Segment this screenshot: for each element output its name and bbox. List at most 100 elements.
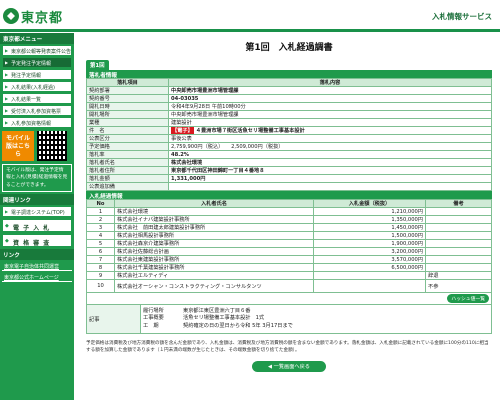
info-value-text: ４豊洲市場７街区活魚セリ場整備工事基本設計 [195, 128, 305, 134]
info-key: 開札日時 [86, 102, 169, 111]
sidebar-item-qualification-forms[interactable]: 受付済入札参加資格票 [2, 105, 72, 116]
info-key: 業種 [86, 118, 169, 127]
bidder-name: 株式会社 前田建太郎建築設計事務所 [114, 223, 314, 232]
bidder-name: 株式会社森京介建築事務所 [114, 239, 314, 248]
bidder-name: 株式会社エルティディ [114, 271, 314, 280]
info-value: 令和4年9月28日 午前10時00分 [168, 102, 492, 111]
info-value-text: 中央卸売市場豊洲市場管理課 [171, 88, 239, 94]
info-value-text: 東京都千代田区神田錦町一丁目４番地８ [171, 168, 265, 174]
memo-line: 工事概要 活魚セリ場整備工事基本設計 1式 [143, 315, 489, 322]
info-key: 落札者住所 [86, 166, 169, 175]
info-key: 契約番号 [86, 94, 169, 103]
bid-amount [313, 271, 426, 280]
info-row: 開札日時 令和4年9月28日 午前10時00分 [86, 102, 492, 111]
bid-amount: 1,900,000円 [313, 239, 426, 248]
sidebar-item-qualification-info[interactable]: 入札参加資格情報 [2, 117, 72, 128]
round-tab[interactable]: 第1回 [86, 60, 109, 70]
sidebar-item-order-schedule[interactable]: 発注予定情報 [2, 69, 72, 80]
bid-row: 6 株式会社佐藤総合計画 3,200,000円 [86, 247, 492, 256]
info-key: 開札場所 [86, 110, 169, 119]
bid-no: 5 [86, 239, 115, 248]
bid-no: 8 [86, 263, 115, 272]
bid-history-table: No 入札者氏名 入札金額（税抜） 備考 1 株式会社環境 1,210,000円 2 株… [86, 199, 492, 293]
info-value: 建築設計 [168, 118, 492, 127]
info-value: 04-03035 [168, 94, 492, 103]
bid-note [425, 231, 492, 240]
winner-info-heading: 落札者情報 [86, 70, 492, 79]
info-key: 予定価格 [86, 142, 169, 151]
bid-amount: 1,450,000円 [313, 223, 426, 232]
qualification-review-button[interactable]: 資 格 審 査 [2, 234, 72, 248]
info-key: 公表追加備 [86, 182, 169, 191]
bidder-name: 株式会社相馬設計事務所 [114, 231, 314, 240]
tokyo-emblem-icon [3, 8, 19, 24]
bid-row: 4 株式会社相馬設計事務所 1,500,000円 [86, 231, 492, 240]
sidebar-menu-heading: 東京都メニュー [0, 33, 74, 44]
main-content: 第1回 入札経過調書 第1回 落札者情報 落札項目 落札内容 契約部署 中央卸売市… [86, 33, 492, 372]
bidder-name: 株式会社佐藤総合計画 [114, 247, 314, 256]
info-row: 契約部署 中央卸売市場豊洲市場管理課 [86, 86, 492, 95]
bidder-name: 株式会社イナバ建築設計事務所 [114, 215, 314, 224]
info-row: 落札金額 1,331,000円 [86, 174, 492, 183]
info-value-text: 株式会社環境 [171, 160, 203, 166]
bidder-name: 株式会社オーシャン・コンストラクティング・コンサルタンツ [114, 279, 314, 293]
back-to-list-button[interactable]: ◀ 一覧画面へ戻る [252, 360, 326, 372]
header: 東京都 入札情報サービス [0, 0, 500, 32]
bid-row: 2 株式会社イナバ建築設計事務所 1,350,000円 [86, 215, 492, 224]
memo-line: 工 期 契約確定の日の翌日から令和 5年 3月17日まで [143, 323, 489, 330]
e-bidding-button[interactable]: 電 子 入 札 [2, 219, 72, 233]
info-row: 業種 建築設計 [86, 118, 492, 127]
sidebar-item-results-list[interactable]: 入札結果一覧 [2, 93, 72, 104]
bid-note [425, 215, 492, 224]
sidebar: 東京都メニュー 東京都公報等発表案件公告 予定発注予定情報 発注予定情報 入札結… [0, 33, 74, 400]
info-row: 開札場所 中央卸売市場豊洲市場管理課 [86, 110, 492, 119]
bid-no: 7 [86, 255, 115, 264]
electronic-tag: 【電子】 [171, 127, 194, 134]
info-header-content: 落札内容 [168, 78, 492, 87]
sidebar-item-public-notice[interactable]: 東京都公報等発表案件公告 [2, 45, 72, 56]
winner-info-table: 落札項目 落札内容 契約部署 中央卸売市場豊洲市場管理課 契約番号 04-03035 開… [86, 78, 492, 191]
bid-header-name: 入札者氏名 [114, 199, 314, 208]
info-value-text: 令和4年9月28日 午前10時00分 [171, 104, 246, 110]
logo-text: 東京都 [21, 10, 64, 26]
bidder-name: 株式会社環境 [114, 207, 314, 216]
tokyo-official-site-link[interactable]: 東京都公式ホームページ [2, 272, 72, 283]
info-value-text: 1,331,000円 [171, 176, 206, 182]
service-title: 入札情報サービス [432, 12, 492, 21]
bid-table-footer: ハッシュ値一覧 [86, 293, 492, 304]
bid-row: 10 株式会社オーシャン・コンストラクティング・コンサルタンツ 不参 [86, 279, 492, 293]
info-value: 東京都千代田区神田錦町一丁目４番地８ [168, 166, 492, 175]
memo-line-value: 活魚セリ場整備工事基本設計 1式 [183, 315, 265, 322]
bid-row: 7 株式会社東建築設計事務所 3,570,000円 [86, 255, 492, 264]
memo-line-label: 工事概要 [143, 315, 164, 322]
bid-note [425, 263, 492, 272]
bid-row: 8 株式会社千葉建築設計事務所 6,500,000円 [86, 263, 492, 272]
info-value-text: 04-03035 [171, 95, 199, 102]
info-value: 1,331,000円 [168, 174, 492, 183]
bid-header-note: 備考 [425, 199, 492, 208]
info-key: 落札率 [86, 150, 169, 159]
bid-note [425, 247, 492, 256]
bidder-name: 株式会社東建築設計事務所 [114, 255, 314, 264]
bid-row: 9 株式会社エルティディ 辞退 [86, 271, 492, 280]
memo-table: 記事 履行場所 東京都江東区豊洲六丁目６番 工事概要 活魚セリ場整備工事基本設計 1式… [86, 304, 492, 334]
bid-note [425, 255, 492, 264]
sidebar-item-planned-orders[interactable]: 予定発注予定情報 [2, 57, 72, 68]
tokyo-logo[interactable]: 東京都 [3, 7, 64, 26]
memo-line-value: 契約確定の日の翌日から令和 5年 3月17日まで [183, 322, 293, 329]
hash-list-button[interactable]: ハッシュ値一覧 [447, 294, 489, 303]
info-row: 落札者住所 東京都千代田区神田錦町一丁目４番地８ [86, 166, 492, 175]
sidebar-item-bid-results[interactable]: 入札結果(入札経過) [2, 81, 72, 92]
info-key: 契約部署 [86, 86, 169, 95]
tokyo-e-gov-link[interactable]: 東京電子自治体共同運営 [2, 261, 72, 272]
mobile-link[interactable]: モバイル版はこちら [2, 131, 34, 161]
bidder-name: 株式会社千葉建築設計事務所 [114, 263, 314, 272]
bid-row: 1 株式会社環境 1,210,000円 [86, 207, 492, 216]
procurement-system-link[interactable]: 電子調達システム(TOP) [2, 206, 72, 218]
bid-no: 3 [86, 223, 115, 232]
info-value: 【電子】 ４豊洲市場７街区活魚セリ場整備工事基本設計 [168, 126, 492, 135]
footnote: 予定価格は消費税及び地方消費税の額を含んだ金額であり、入札金額は、消費税及び地方… [86, 341, 489, 353]
bid-amount [313, 279, 426, 293]
bid-amount: 3,570,000円 [313, 255, 426, 264]
bid-note [425, 223, 492, 232]
